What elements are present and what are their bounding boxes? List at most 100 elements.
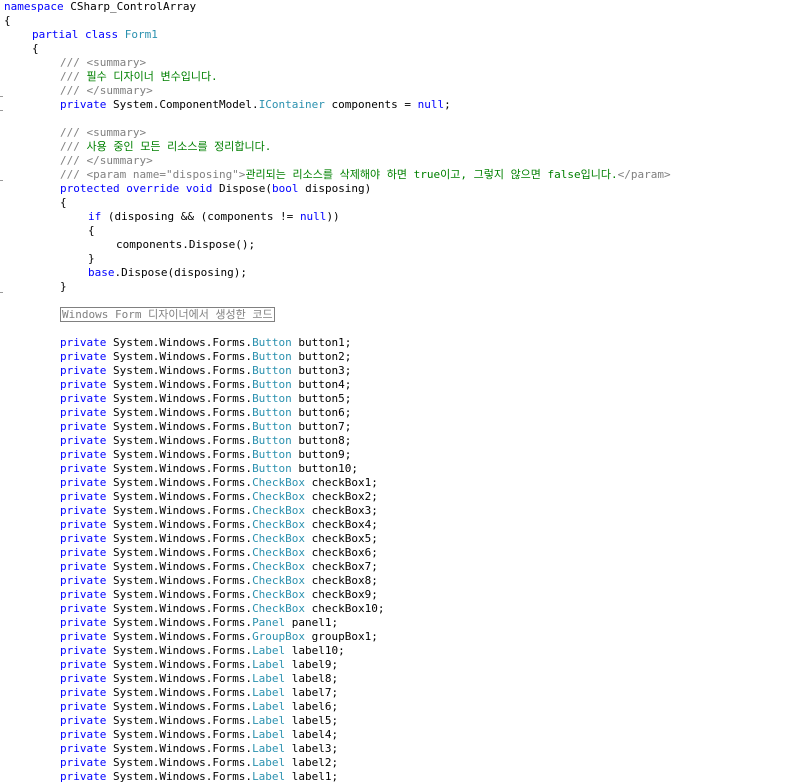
code-token: IContainer xyxy=(258,98,325,111)
code-line[interactable]: private System.Windows.Forms.CheckBox ch… xyxy=(60,476,378,490)
code-line[interactable]: private System.Windows.Forms.CheckBox ch… xyxy=(60,574,378,588)
code-token: bool xyxy=(271,182,299,195)
code-token: CheckBox xyxy=(252,476,306,489)
code-token: private xyxy=(60,630,107,643)
code-line[interactable]: private System.Windows.Forms.GroupBox gr… xyxy=(60,630,378,644)
code-line[interactable]: { xyxy=(32,42,39,56)
code-line[interactable]: if (disposing && (components != null)) xyxy=(88,210,340,224)
code-line[interactable]: private System.Windows.Forms.Label label… xyxy=(60,658,338,672)
code-token: System.Windows.Forms. xyxy=(106,658,253,671)
code-token: button10; xyxy=(291,462,359,475)
code-line[interactable]: private System.Windows.Forms.Button butt… xyxy=(60,336,351,350)
code-line[interactable]: { xyxy=(88,224,95,238)
code-token: 사용 중인 모든 리소스를 정리합니다. xyxy=(79,140,272,153)
code-line[interactable]: private System.Windows.Forms.Button butt… xyxy=(60,392,351,406)
code-token: private xyxy=(60,476,107,489)
code-line[interactable]: protected override void Dispose(bool dis… xyxy=(60,182,371,196)
code-line[interactable]: /// 필수 디자이너 변수입니다. xyxy=(60,70,218,84)
code-token: Label xyxy=(252,700,286,713)
code-token: CheckBox xyxy=(252,518,306,531)
code-line[interactable]: /// </summary> xyxy=(60,154,153,168)
code-token: Button xyxy=(252,420,292,433)
outline-marker xyxy=(0,110,3,111)
code-token: private xyxy=(60,644,107,657)
code-line[interactable]: private System.Windows.Forms.Button butt… xyxy=(60,378,351,392)
code-line[interactable]: private System.Windows.Forms.Label label… xyxy=(60,672,338,686)
code-line[interactable]: private System.Windows.Forms.Label label… xyxy=(60,644,345,658)
code-token: Button xyxy=(252,406,292,419)
code-token: private xyxy=(60,770,107,783)
code-token: base xyxy=(88,266,115,279)
code-token: label10; xyxy=(285,644,345,657)
code-line[interactable]: private System.Windows.Forms.CheckBox ch… xyxy=(60,532,378,546)
code-line[interactable]: } xyxy=(88,252,95,266)
code-line[interactable]: private System.Windows.Forms.CheckBox ch… xyxy=(60,546,378,560)
code-token: System.Windows.Forms. xyxy=(106,770,253,783)
code-line[interactable]: { xyxy=(4,14,11,28)
code-line[interactable]: private System.Windows.Forms.Label label… xyxy=(60,700,338,714)
code-token: System.Windows.Forms. xyxy=(106,476,253,489)
code-line[interactable]: } xyxy=(60,280,67,294)
code-line[interactable]: private System.Windows.Forms.Label label… xyxy=(60,742,338,756)
code-line[interactable]: private System.Windows.Forms.Label label… xyxy=(60,728,338,742)
code-line[interactable]: private System.Windows.Forms.CheckBox ch… xyxy=(60,504,378,518)
code-token: checkBox1; xyxy=(305,476,378,489)
code-line[interactable]: private System.Windows.Forms.Button butt… xyxy=(60,448,351,462)
code-token: Form1 xyxy=(124,28,158,41)
code-token: </param> xyxy=(617,168,671,181)
code-token: private xyxy=(60,602,107,615)
outline-marker xyxy=(0,292,3,293)
code-line[interactable]: private System.Windows.Forms.CheckBox ch… xyxy=(60,490,378,504)
code-line[interactable]: private System.Windows.Forms.CheckBox ch… xyxy=(60,560,378,574)
code-line[interactable]: private System.Windows.Forms.CheckBox ch… xyxy=(60,602,385,616)
code-line[interactable]: partial class Form1 xyxy=(32,28,158,42)
code-token: System.Windows.Forms. xyxy=(106,490,253,503)
code-token: Button xyxy=(252,448,292,461)
code-line[interactable]: { xyxy=(60,196,67,210)
code-token: { xyxy=(60,196,67,209)
code-line[interactable]: Windows Form 디자이너에서 생성한 코드 xyxy=(60,307,275,322)
code-line[interactable]: /// <summary> xyxy=(60,56,146,70)
code-token: Panel xyxy=(252,616,286,629)
code-line[interactable]: private System.Windows.Forms.Label label… xyxy=(60,714,338,728)
code-line[interactable]: /// 사용 중인 모든 리소스를 정리합니다. xyxy=(60,140,271,154)
code-line[interactable]: /// <summary> xyxy=(60,126,146,140)
code-token: private xyxy=(60,756,107,769)
code-line[interactable]: private System.Windows.Forms.Button butt… xyxy=(60,420,351,434)
code-token: label4; xyxy=(285,728,339,741)
code-line[interactable]: private System.Windows.Forms.Label label… xyxy=(60,770,338,784)
code-line[interactable]: private System.Windows.Forms.Button butt… xyxy=(60,434,351,448)
code-token: Button xyxy=(252,392,292,405)
code-token: checkBox3; xyxy=(305,504,378,517)
code-token: label7; xyxy=(285,686,339,699)
code-line[interactable]: private System.Windows.Forms.Button butt… xyxy=(60,406,351,420)
code-token: label3; xyxy=(285,742,339,755)
code-line[interactable]: private System.Windows.Forms.Label label… xyxy=(60,686,338,700)
code-editor[interactable]: namespace CSharp_ControlArray{partial cl… xyxy=(0,0,803,784)
code-line[interactable]: private System.Windows.Forms.Label label… xyxy=(60,756,338,770)
code-line[interactable]: /// <param name="disposing">관리되는 리소스를 삭제… xyxy=(60,168,671,182)
collapsed-region[interactable]: Windows Form 디자이너에서 생성한 코드 xyxy=(60,307,275,322)
code-token: System.Windows.Forms. xyxy=(106,378,253,391)
code-token: { xyxy=(32,42,39,55)
code-line[interactable]: private System.Windows.Forms.Panel panel… xyxy=(60,616,338,630)
code-line[interactable]: private System.Windows.Forms.CheckBox ch… xyxy=(60,588,378,602)
code-line[interactable]: base.Dispose(disposing); xyxy=(88,266,247,280)
code-token: CheckBox xyxy=(252,546,306,559)
code-line[interactable]: private System.Windows.Forms.Button butt… xyxy=(60,350,351,364)
code-token: CheckBox xyxy=(252,490,306,503)
code-token: button1; xyxy=(291,336,352,349)
code-token: System.Windows.Forms. xyxy=(106,700,253,713)
code-line[interactable]: private System.Windows.Forms.CheckBox ch… xyxy=(60,518,378,532)
code-line[interactable]: /// </summary> xyxy=(60,84,153,98)
code-token: Dispose( xyxy=(212,182,272,195)
code-line[interactable]: private System.ComponentModel.IContainer… xyxy=(60,98,451,112)
code-line[interactable]: components.Dispose(); xyxy=(116,238,255,252)
code-line[interactable]: private System.Windows.Forms.Button butt… xyxy=(60,462,358,476)
code-token: checkBox10; xyxy=(305,602,385,615)
code-token: Label xyxy=(252,770,286,783)
code-line[interactable]: namespace CSharp_ControlArray xyxy=(4,0,196,14)
code-line[interactable]: private System.Windows.Forms.Button butt… xyxy=(60,364,351,378)
code-token: private xyxy=(60,700,107,713)
